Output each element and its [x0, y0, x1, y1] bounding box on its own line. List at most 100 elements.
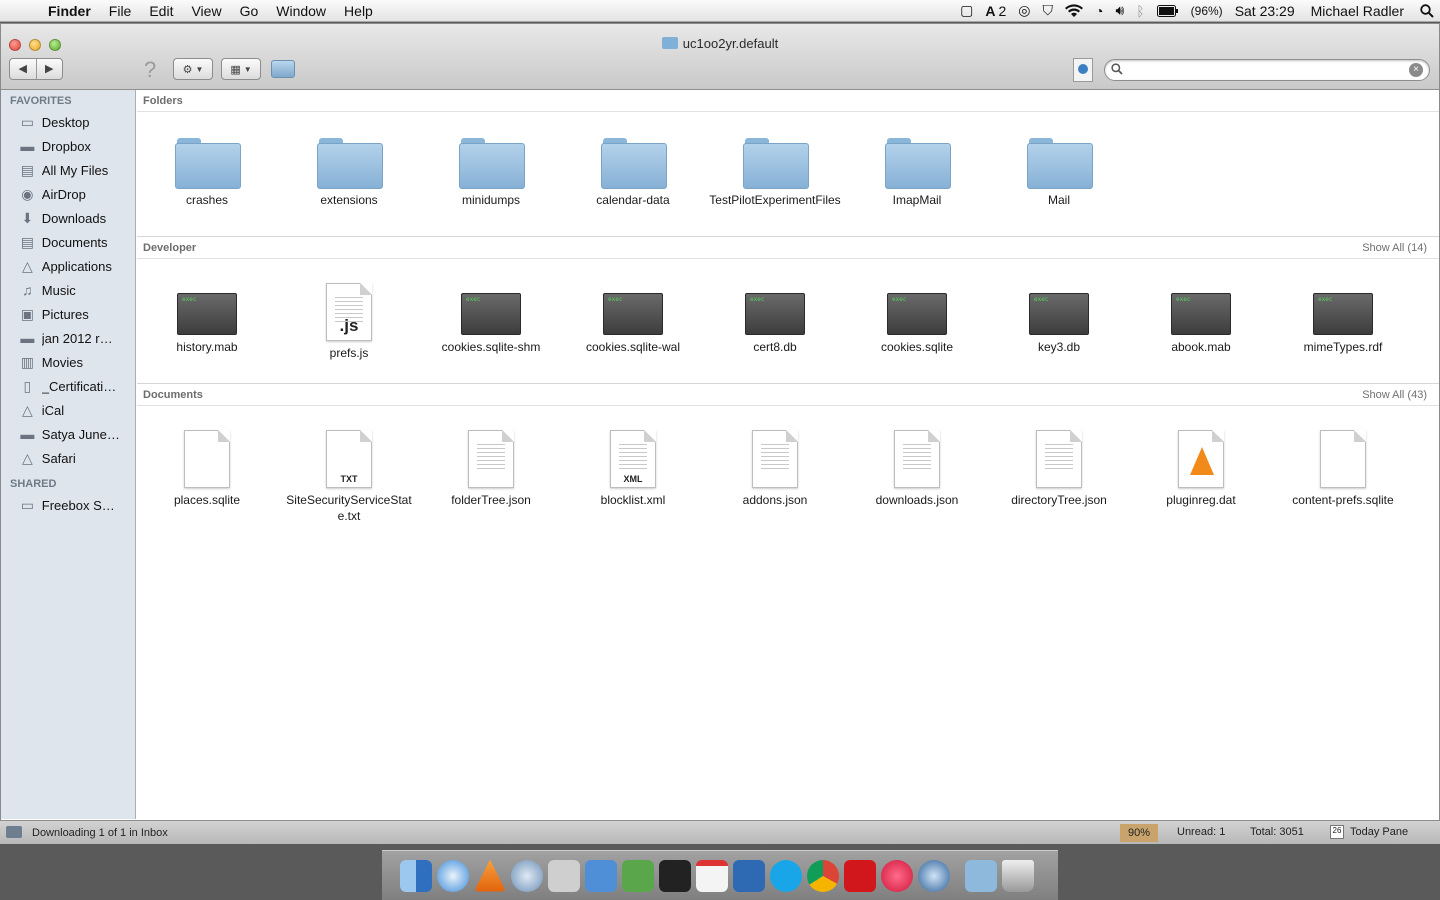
menubar-clock[interactable]: Sat 23:29	[1229, 3, 1301, 19]
bluetooth-icon[interactable]: ᛒ	[1130, 3, 1150, 19]
wifi-icon[interactable]	[1059, 3, 1089, 18]
menu-app-finder[interactable]: Finder	[44, 0, 100, 22]
adobe-updates-icon[interactable]: A2	[979, 3, 1012, 19]
documents-section: Documents Show All (43) places.sqlite TXT…	[137, 384, 1439, 531]
calculator-dock-icon[interactable]	[548, 859, 580, 892]
xml-file-icon: XML	[610, 430, 656, 488]
shield-icon[interactable]: ⛉	[1036, 2, 1059, 19]
file-item[interactable]: pluginreg.dat	[1135, 430, 1267, 508]
spotlight-icon[interactable]	[1414, 3, 1440, 18]
sidebar-item-safari[interactable]: △ Safari	[1, 446, 135, 470]
mail-dock-icon[interactable]	[511, 859, 543, 892]
sidebar-item-downloads[interactable]: ⬇ Downloads	[1, 206, 135, 230]
user-name[interactable]: Michael Radler	[1301, 3, 1414, 19]
ical-dock-icon[interactable]	[696, 859, 728, 892]
search-input[interactable]	[1127, 63, 1409, 77]
arrange-view-button[interactable]: ▦ ▼	[221, 58, 261, 80]
file-item[interactable]: mimeTypes.rdf	[1277, 283, 1409, 355]
sidebar-item-music[interactable]: ♫ Music	[1, 278, 135, 302]
file-item[interactable]: calendar-data	[567, 136, 699, 208]
safari-dock-icon[interactable]	[437, 859, 469, 892]
sidebar-item-freebox-s[interactable]: ▭ Freebox S…	[1, 493, 135, 517]
file-item[interactable]: XML blocklist.xml	[567, 430, 699, 508]
file-item[interactable]: downloads.json	[851, 430, 983, 508]
menu-view[interactable]: View	[182, 0, 230, 22]
vlc-dock-icon[interactable]	[474, 859, 506, 892]
file-item[interactable]: directoryTree.json	[993, 430, 1125, 508]
file-item[interactable]: cert8.db	[709, 283, 841, 355]
file-item[interactable]: cookies.sqlite-shm	[425, 283, 557, 355]
activity-monitor-dock-icon[interactable]	[659, 859, 691, 892]
menu-file[interactable]: File	[100, 0, 141, 22]
sidebar-item-applications[interactable]: △ Applications	[1, 254, 135, 278]
file-item[interactable]: TestPilotExperimentFiles	[709, 136, 841, 208]
file-item[interactable]: .js prefs.js	[283, 283, 415, 361]
sidebar-item-satya-june[interactable]: ▬ Satya June…	[1, 422, 135, 446]
evernote-icon[interactable]: ▢	[954, 2, 979, 19]
excel-dock-icon[interactable]	[622, 859, 654, 892]
help-icon[interactable]: ?	[144, 57, 156, 83]
skype-dock-icon[interactable]	[770, 859, 802, 892]
search-field[interactable]: ×	[1104, 59, 1430, 81]
sidebar-item-certificati[interactable]: ▯ _Certificati…	[1, 374, 135, 398]
mail-activity-icon[interactable]	[6, 826, 22, 838]
show-all-documents-link[interactable]: Show All (43)	[1362, 389, 1427, 401]
sidebar-item-airdrop[interactable]: ◉ AirDrop	[1, 182, 135, 206]
section-header: Folders	[137, 90, 1439, 112]
action-menu-button[interactable]: ⚙ ▼	[173, 58, 213, 80]
file-item[interactable]: cookies.sqlite	[851, 283, 983, 355]
thunderbird-dock-icon[interactable]	[733, 859, 765, 892]
clear-search-icon[interactable]: ×	[1409, 63, 1423, 77]
sidebar-item-jan-2012-r[interactable]: ▬ jan 2012 r…	[1, 326, 135, 350]
file-item[interactable]: extensions	[283, 136, 415, 208]
chrome-dock-icon[interactable]	[807, 859, 839, 892]
sidebar-item-documents[interactable]: ▤ Documents	[1, 230, 135, 254]
file-item[interactable]: Mail	[993, 136, 1125, 208]
file-item[interactable]: crashes	[141, 136, 273, 208]
today-pane-button[interactable]: Today Pane	[1350, 826, 1408, 838]
shared-header: SHARED	[10, 478, 57, 490]
documents-stack-dock-icon[interactable]	[965, 859, 997, 892]
zoom-badge[interactable]: 90%	[1120, 824, 1158, 842]
sidebar-item-movies[interactable]: ▥ Movies	[1, 350, 135, 374]
file-item[interactable]: TXT SiteSecurityServiceState.txt	[283, 430, 415, 524]
menu-go[interactable]: Go	[231, 0, 268, 22]
back-button[interactable]: ◀	[10, 59, 36, 79]
acrobat-dock-icon[interactable]	[844, 859, 876, 892]
status-message: Downloading 1 of 1 in Inbox	[32, 826, 168, 839]
word-dock-icon[interactable]	[585, 859, 617, 892]
sidebar-item-ical[interactable]: △ iCal	[1, 398, 135, 422]
sidebar-item-all-my-files[interactable]: ▤ All My Files	[1, 158, 135, 182]
menu-help[interactable]: Help	[335, 0, 382, 22]
file-item[interactable]: key3.db	[993, 283, 1125, 355]
sidebar-item-label: Desktop	[41, 114, 90, 130]
file-item[interactable]: folderTree.json	[425, 430, 557, 508]
all-files-icon: ▤	[20, 162, 34, 178]
battery-icon[interactable]	[1151, 4, 1185, 17]
file-item[interactable]: places.sqlite	[141, 430, 273, 508]
file-item[interactable]: cookies.sqlite-wal	[567, 283, 699, 355]
forward-button[interactable]: ▶	[35, 59, 63, 79]
trash-dock-icon[interactable]	[1002, 859, 1034, 892]
sidebar-item-dropbox[interactable]: ▬ Dropbox	[1, 134, 135, 158]
file-item[interactable]: history.mab	[141, 283, 273, 355]
volume-icon[interactable]: 🔊︎	[1109, 2, 1130, 19]
itunes-dock-icon[interactable]	[881, 859, 913, 892]
menu-edit[interactable]: Edit	[140, 0, 182, 22]
file-item[interactable]: addons.json	[709, 430, 841, 508]
file-item[interactable]: content-prefs.sqlite	[1277, 430, 1409, 508]
quicktime-dock-icon[interactable]	[918, 859, 950, 892]
menu-window[interactable]: Window	[267, 0, 335, 22]
sidebar: FAVORITES ▭ Desktop ▬ Dropbox ▤ All My Files ◉…	[1, 90, 136, 819]
file-item[interactable]: ImapMail	[851, 136, 983, 208]
file-item[interactable]: abook.mab	[1135, 283, 1267, 355]
quicklook-app-icon[interactable]	[1073, 58, 1093, 82]
sidebar-item-desktop[interactable]: ▭ Desktop	[1, 110, 135, 134]
share-button[interactable]	[271, 60, 295, 78]
sidebar-item-pictures[interactable]: ▣ Pictures	[1, 302, 135, 326]
time-machine-icon[interactable]: ◔	[1089, 3, 1109, 19]
file-item[interactable]: minidumps	[425, 136, 557, 208]
creative-cloud-icon[interactable]: ◎	[1012, 2, 1036, 19]
finder-dock-icon[interactable]	[400, 859, 432, 892]
show-all-developer-link[interactable]: Show All (14)	[1362, 242, 1427, 254]
